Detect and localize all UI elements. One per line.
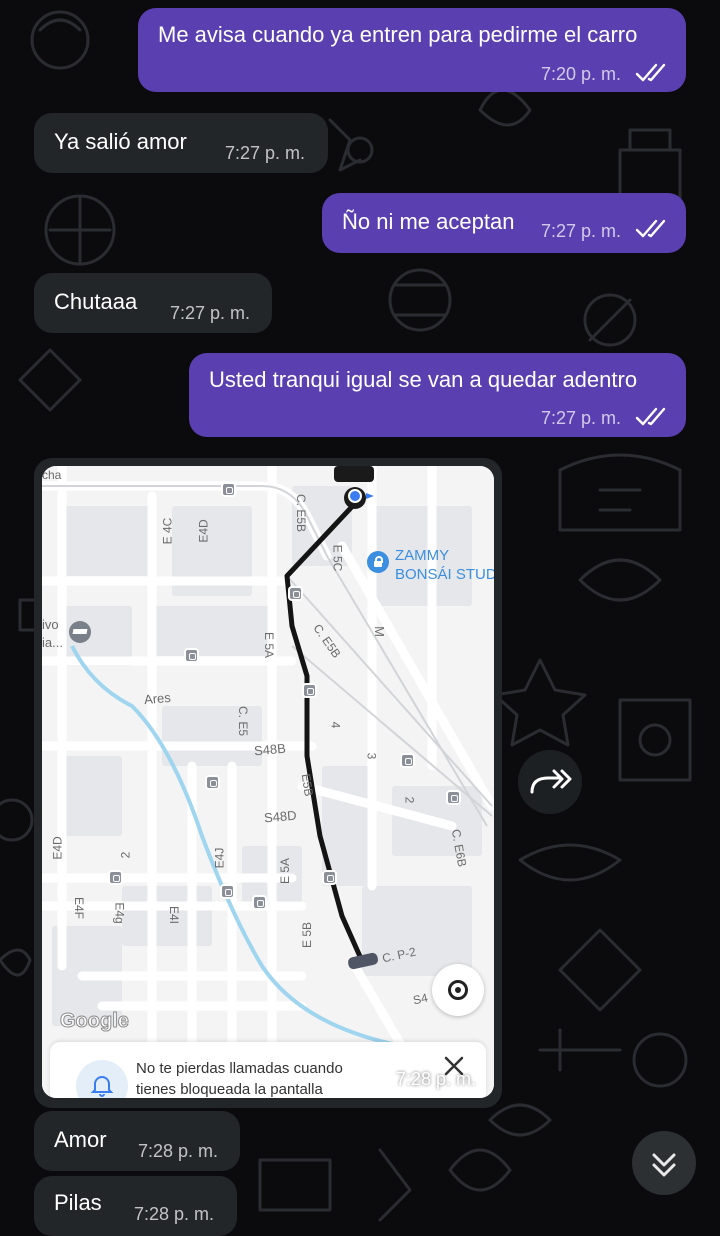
location-target-icon[interactable] xyxy=(432,964,484,1016)
message-time: 7:28 p. m. xyxy=(138,1141,219,1161)
transit-stop-icon xyxy=(322,870,337,885)
map-label: S48D xyxy=(263,807,298,826)
message-time: 7:27 p. m. xyxy=(225,143,306,163)
transit-stop-icon xyxy=(184,648,199,663)
transit-stop-icon xyxy=(400,753,415,768)
message-time: 7:28 p. m. xyxy=(134,1204,215,1224)
map-label: Ares xyxy=(143,689,172,708)
transit-stop-icon xyxy=(288,586,303,601)
message-bubble-incoming[interactable]: Pilas 7:28 p. m. xyxy=(34,1176,237,1236)
forward-icon xyxy=(530,769,572,794)
map-label: E4g xyxy=(112,902,127,924)
lock-icon xyxy=(367,551,389,573)
google-watermark: Google xyxy=(60,1010,130,1033)
double-check-icon xyxy=(635,407,666,426)
message-bubble-incoming[interactable]: Chutaaa 7:27 p. m. xyxy=(34,273,272,333)
school-icon xyxy=(69,621,91,643)
map-label: S4 xyxy=(411,990,429,1008)
message-text: Me avisa cuando ya entren para pedirme e… xyxy=(158,22,638,47)
bell-icon xyxy=(76,1060,128,1098)
map-label: E4I xyxy=(167,905,182,925)
transit-stop-icon xyxy=(220,884,235,899)
map-label: E4F xyxy=(72,896,87,920)
message-text: Usted tranqui igual se van a quedar aden… xyxy=(209,367,638,392)
map-label: BONSÁI STUD xyxy=(395,566,494,583)
message-time: 7:27 p. m. xyxy=(170,303,251,323)
map-label: 2 xyxy=(118,851,133,859)
message-bubble-outgoing[interactable]: Ño ni me aceptan 7:27 p. m. xyxy=(322,193,686,253)
map-label: E4J xyxy=(212,847,227,869)
map-label: C. E5 xyxy=(236,705,251,737)
scroll-down-button[interactable] xyxy=(632,1131,696,1195)
double-chevron-down-icon xyxy=(652,1153,676,1177)
map-label: E5B xyxy=(298,772,316,798)
map-label: cha xyxy=(42,468,62,482)
double-check-icon xyxy=(635,219,666,238)
message-bubble-outgoing[interactable]: Usted tranqui igual se van a quedar aden… xyxy=(189,353,686,437)
notification-line-2: tienes bloqueada la pantalla xyxy=(136,1081,323,1098)
transit-stop-icon xyxy=(252,895,267,910)
message-text: Pilas xyxy=(54,1190,102,1215)
map-screenshot-image[interactable]: cha E 4C E4D C. E5B E 5C ZAMMY BONSÁI ST… xyxy=(42,466,494,1098)
message-time: 7:20 p. m. xyxy=(541,64,622,84)
map-label: E 5A xyxy=(278,857,293,885)
map-label: E 5C xyxy=(330,544,345,572)
transit-stop-icon xyxy=(205,775,220,790)
message-time: 7:27 p. m. xyxy=(541,408,622,428)
map-label: S48B xyxy=(253,740,287,759)
notification-line-1: No te pierdas llamadas cuando xyxy=(136,1060,343,1077)
map-label: E 5A xyxy=(262,631,277,659)
message-text: Chutaaa xyxy=(54,289,138,314)
map-label: ia... xyxy=(42,635,63,650)
message-bubble-outgoing[interactable]: Me avisa cuando ya entren para pedirme e… xyxy=(138,8,686,92)
message-text: Amor xyxy=(54,1127,107,1152)
map-label: 2 xyxy=(402,796,417,804)
map-label: 4 xyxy=(328,721,343,729)
double-check-icon xyxy=(635,63,666,82)
map-label: M xyxy=(371,626,387,637)
transit-stop-icon xyxy=(108,870,123,885)
map-label: E 4C xyxy=(160,517,175,545)
forward-button[interactable] xyxy=(518,750,582,814)
map-label: C. E5B xyxy=(294,493,309,533)
message-text: Ño ni me aceptan xyxy=(342,209,515,234)
message-time: 7:27 p. m. xyxy=(541,221,622,241)
message-text: Ya salió amor xyxy=(54,129,187,154)
transit-stop-icon xyxy=(302,683,317,698)
transit-stop-icon xyxy=(446,790,461,805)
map-label: E 5B xyxy=(300,921,315,949)
map-label: ZAMMY xyxy=(395,547,450,564)
map-label: E4D xyxy=(50,836,65,860)
map-label: ivo xyxy=(42,617,59,632)
message-bubble-incoming[interactable]: Ya salió amor 7:27 p. m. xyxy=(34,113,328,173)
message-time: 7:28 p. m. xyxy=(396,1069,477,1089)
transit-stop-icon xyxy=(221,482,236,497)
map-label: 3 xyxy=(364,752,379,760)
map-label: E4D xyxy=(196,519,211,543)
message-bubble-incoming[interactable]: Amor 7:28 p. m. xyxy=(34,1111,240,1171)
